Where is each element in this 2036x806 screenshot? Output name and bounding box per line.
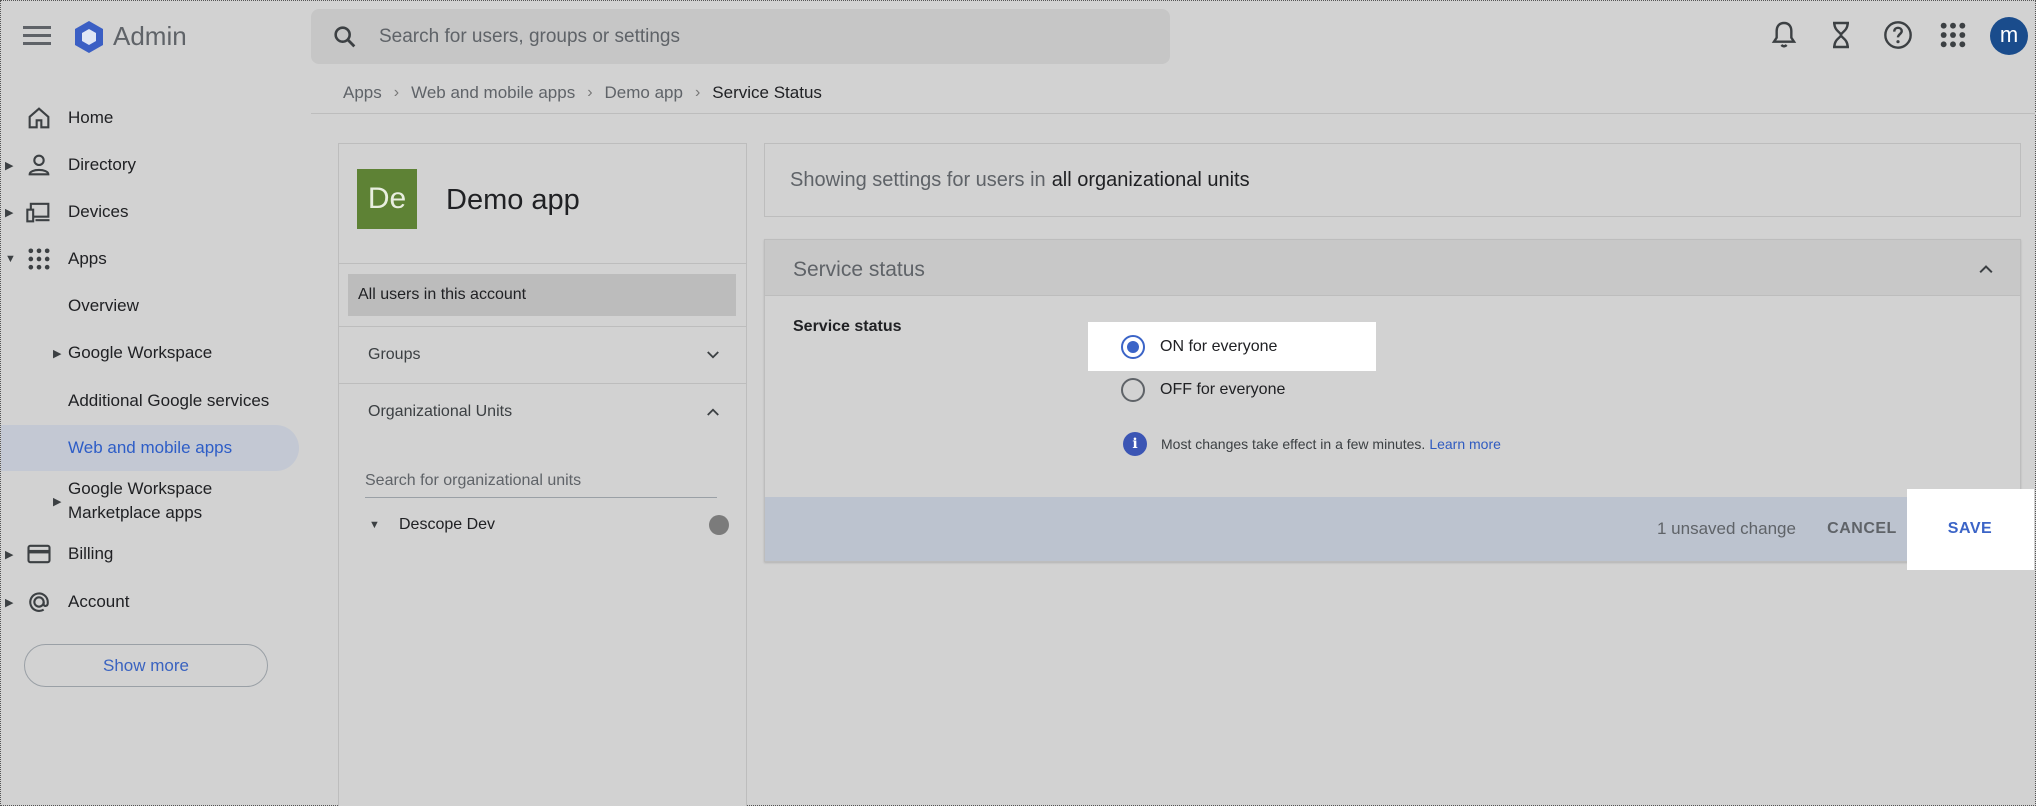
expand-arrow-icon[interactable]: ▶ [5,159,13,172]
sidebar-item-label: Overview [68,296,139,315]
scope-prefix: Showing settings for users in [790,168,1046,191]
help-icon[interactable] [1882,19,1914,51]
card-title: Service status [793,258,925,281]
sidebar-item-label: Google Workspace [68,343,213,362]
apps-icon [28,248,50,270]
info-text: Most changes take effect in a few minute… [1161,436,1426,452]
info-note: i Most changes take effect in a few minu… [1123,432,1501,456]
scope-value: all organizational units [1051,168,1250,191]
search-icon [334,26,356,48]
home-icon [28,107,50,129]
service-status-card: Service status Service status ON for eve… [764,239,2021,562]
card-header[interactable]: Service status [765,240,2020,296]
sidebar-item-label: Google Workspace Marketplace apps [68,479,213,522]
collapse-arrow-icon[interactable]: ▼ [5,253,16,265]
sidebar-item-marketplace-apps[interactable]: ▶ Google Workspace Marketplace apps [1,474,299,528]
learn-more-link[interactable]: Learn more [1429,436,1501,452]
breadcrumb: Apps › Web and mobile apps › Demo app › … [343,83,822,103]
person-icon [28,154,50,176]
sidebar-item-devices[interactable]: ▶ Devices [1,189,299,235]
groups-label: Groups [368,346,421,363]
devices-icon [26,202,50,223]
sidebar-item-apps[interactable]: ▼ Apps [1,236,299,282]
org-units-section[interactable]: Organizational Units [339,384,746,440]
sidebar-item-label: Devices [68,202,129,221]
collapse-arrow-icon[interactable]: ▼ [369,519,380,531]
expand-arrow-icon[interactable]: ▶ [5,548,13,561]
top-bar: Admin m [1,1,2036,71]
radio-label: OFF for everyone [1160,381,1286,398]
app-tile: De [357,169,417,229]
app-panel: De Demo app All users in this account Gr… [338,143,747,806]
radio-unchecked-icon[interactable] [1121,378,1145,402]
sidebar-item-google-workspace[interactable]: ▶ Google Workspace [1,330,299,376]
all-users-item[interactable]: All users in this account [348,274,736,316]
menu-icon[interactable] [23,23,51,49]
org-units-label: Organizational Units [368,403,513,420]
radio-on-for-everyone[interactable]: ON for everyone [1121,332,1277,362]
sidebar-item-additional-google-services[interactable]: Additional Google services [1,378,299,424]
chevron-down-icon[interactable] [704,346,722,364]
breadcrumb-apps[interactable]: Apps [343,83,382,103]
notifications-icon[interactable] [1768,19,1800,51]
sidebar-item-account[interactable]: ▶ Account [1,579,299,625]
sidebar-item-directory[interactable]: ▶ Directory [1,142,299,188]
field-label: Service status [793,318,902,335]
tasks-icon[interactable] [1825,19,1857,51]
radio-off-for-everyone[interactable]: OFF for everyone [1121,375,1285,405]
cancel-button[interactable]: CANCEL [1817,507,1907,551]
info-icon: i [1123,432,1147,456]
chevron-right-icon: › [694,84,701,101]
credit-card-icon [27,544,51,564]
admin-logo-icon[interactable] [71,19,107,55]
radio-label: ON for everyone [1160,338,1278,355]
chevron-right-icon: › [393,84,400,101]
divider [339,263,746,264]
at-sign-icon [29,592,49,612]
ou-item-descope-dev[interactable]: ▼ Descope Dev [365,510,729,540]
search-bar[interactable] [311,9,1170,64]
breadcrumb-demo-app[interactable]: Demo app [605,83,683,103]
expand-arrow-icon[interactable]: ▶ [5,206,13,219]
card-footer: 1 unsaved change CANCEL [765,497,2020,561]
sidebar-item-billing[interactable]: ▶ Billing [1,531,299,577]
sidebar-item-label: Web and mobile apps [68,438,233,457]
sidebar-item-home[interactable]: Home [1,95,299,141]
sidebar-item-label: Account [68,592,130,611]
sidebar-item-overview[interactable]: Overview [1,283,299,329]
ou-search-input[interactable] [365,464,717,498]
search-input[interactable] [379,9,1139,64]
show-more-button[interactable]: Show more [24,644,268,687]
status-dot-icon [709,515,729,535]
expand-arrow-icon[interactable]: ▶ [53,347,61,360]
chevron-right-icon: › [587,84,593,101]
apps-grid-icon[interactable] [1937,19,1969,51]
groups-section[interactable]: Groups [339,327,746,383]
breadcrumb-web-mobile-apps[interactable]: Web and mobile apps [411,83,575,103]
unsaved-status: 1 unsaved change [1657,519,1796,538]
ou-item-label: Descope Dev [399,516,496,533]
app-title: Demo app [446,184,580,216]
sidebar-item-label: Directory [68,155,137,174]
sidebar-item-label: Additional Google services [68,391,270,410]
header-divider [311,113,2036,114]
sidebar-item-label: Apps [68,249,107,268]
sidebar-item-label: Billing [68,544,114,563]
save-button[interactable]: SAVE [1925,507,2015,551]
avatar[interactable]: m [1990,17,2028,55]
radio-checked-icon[interactable] [1121,335,1145,359]
sidebar-item-label: Home [68,108,114,127]
expand-arrow-icon[interactable]: ▶ [53,495,61,508]
chevron-up-icon[interactable] [704,403,722,421]
scope-banner: Showing settings for users in all organi… [764,143,2021,217]
expand-arrow-icon[interactable]: ▶ [5,596,13,609]
sidebar-item-web-and-mobile-apps[interactable]: Web and mobile apps [1,425,299,471]
breadcrumb-current: Service Status [712,83,822,102]
app-name[interactable]: Admin [113,21,187,52]
chevron-up-icon[interactable] [1976,259,1996,279]
